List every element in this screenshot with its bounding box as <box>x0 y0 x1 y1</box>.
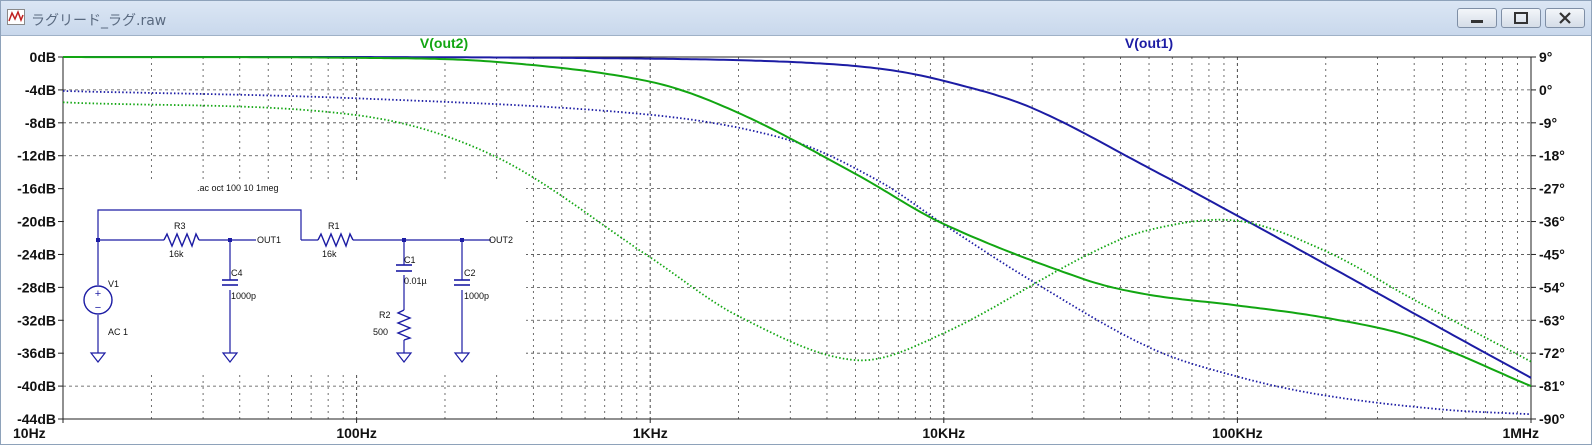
x-tick-label: 1MHz <box>1502 425 1539 441</box>
c2-value: 1000p <box>464 291 489 301</box>
svg-text:−: − <box>95 302 101 314</box>
right-tick-label: -90° <box>1539 411 1565 427</box>
maximize-button[interactable] <box>1501 8 1541 28</box>
schematic-overlay: .ac oct 100 10 1meg + − V1 AC 1 R3 16k C… <box>64 182 526 372</box>
right-tick-label: -36° <box>1539 214 1565 230</box>
r3-ref: R3 <box>174 221 186 231</box>
r1-ref: R1 <box>328 221 340 231</box>
minimize-button[interactable] <box>1457 8 1497 28</box>
right-tick-label: -72° <box>1539 345 1565 361</box>
x-tick-label: 100KHz <box>1212 425 1263 441</box>
v1-value: AC 1 <box>108 327 128 337</box>
r2-ref: R2 <box>379 310 391 320</box>
left-tick-label: -8dB <box>25 115 56 131</box>
left-tick-label: -16dB <box>17 181 56 197</box>
r2-value: 500 <box>373 327 388 337</box>
c4-value: 1000p <box>231 291 256 301</box>
window-title: ラグリード_ラグ.raw <box>31 13 167 29</box>
right-tick-label: -63° <box>1539 312 1565 328</box>
right-tick-label: -81° <box>1539 378 1565 394</box>
minimize-icon <box>1471 20 1483 23</box>
left-tick-label: -28dB <box>17 279 56 295</box>
r1-value: 16k <box>322 249 337 259</box>
legend-v-out2[interactable]: V(out2) <box>420 35 468 51</box>
left-tick-label: -40dB <box>17 378 56 394</box>
close-button[interactable] <box>1545 8 1585 28</box>
left-axis-ticks: 0dB -4dB -8dB -12dB -16dB -20dB -24dB -28dB -32d… <box>17 49 63 427</box>
spice-directive: .ac oct 100 10 1meg <box>197 183 279 193</box>
x-axis-ticks: 10Hz 100Hz 1KHz 10KHz 100KHz 1MHz <box>13 419 1539 441</box>
left-tick-label: 0dB <box>30 49 56 65</box>
left-tick-label: -32dB <box>17 312 56 328</box>
left-tick-label: -4dB <box>25 82 56 98</box>
plot-area: 0dB -4dB -8dB -12dB -16dB -20dB -24dB -28dB -32d… <box>13 35 1565 441</box>
net-label-out1: OUT1 <box>257 235 281 245</box>
left-tick-label: -12dB <box>17 148 56 164</box>
waveform-icon <box>7 9 25 25</box>
right-tick-label: 0° <box>1539 82 1552 98</box>
net-label-out2: OUT2 <box>489 235 513 245</box>
legend-v-out1[interactable]: V(out1) <box>1125 35 1173 51</box>
c2-ref: C2 <box>464 268 476 278</box>
c1-value: 0.01µ <box>404 276 427 286</box>
right-tick-label: -54° <box>1539 279 1565 295</box>
right-tick-label: -27° <box>1539 181 1565 197</box>
left-tick-label: -36dB <box>17 345 56 361</box>
left-tick-label: -24dB <box>17 246 56 262</box>
close-icon <box>1559 12 1571 24</box>
x-tick-label: 1KHz <box>633 425 668 441</box>
x-tick-label: 100Hz <box>336 425 376 441</box>
right-tick-label: -18° <box>1539 148 1565 164</box>
right-tick-label: -45° <box>1539 246 1565 262</box>
right-tick-label: -9° <box>1539 115 1557 131</box>
svg-text:+: + <box>95 288 101 300</box>
v1-ref: V1 <box>108 279 119 289</box>
r3-value: 16k <box>169 249 184 259</box>
right-axis-ticks: 9° 0° -9° -18° -27° -36° -45° -54° -63° -72° -81° -… <box>1531 49 1565 427</box>
waveform-window: ラグリード_ラグ.raw 0dB -4dB -8dB -12dB -16dB -20dB -… <box>0 0 1592 445</box>
title-bar[interactable]: ラグリード_ラグ.raw <box>1 1 1591 36</box>
x-tick-label: 10KHz <box>922 425 965 441</box>
c4-ref: C4 <box>231 268 243 278</box>
c1-ref: C1 <box>404 255 416 265</box>
left-tick-label: -20dB <box>17 214 56 230</box>
x-tick-label: 10Hz <box>13 425 46 441</box>
right-tick-label: 9° <box>1539 49 1552 65</box>
maximize-icon <box>1514 12 1528 24</box>
